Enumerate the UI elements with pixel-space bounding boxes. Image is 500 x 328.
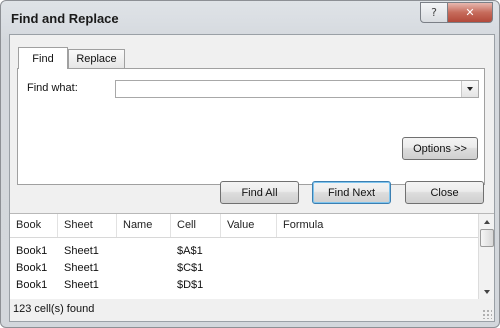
- table-row[interactable]: Book1 Sheet1 $D$1: [10, 277, 478, 293]
- cell-book: Book1: [16, 245, 48, 257]
- resize-grip-icon[interactable]: [482, 309, 492, 319]
- cell-name: [117, 243, 171, 259]
- find-all-button[interactable]: Find All: [220, 181, 299, 204]
- find-replace-dialog: Find and Replace ? ✕ Find Replace Find w…: [0, 0, 500, 328]
- column-header-cell[interactable]: Cell: [171, 214, 221, 237]
- arrow-up-icon: [483, 219, 490, 224]
- scroll-thumb[interactable]: [480, 229, 494, 247]
- cell-sheet: Sheet1: [64, 262, 99, 274]
- scroll-down-button[interactable]: [479, 284, 494, 299]
- cell-value: [221, 243, 277, 259]
- combo-dropdown-button[interactable]: [461, 81, 478, 97]
- column-header-value[interactable]: Value: [221, 214, 277, 237]
- cell-value: [221, 277, 277, 293]
- column-header-formula[interactable]: Formula: [277, 214, 478, 237]
- table-row[interactable]: Book1 Sheet1 $C$1: [10, 260, 478, 276]
- cell-address: $C$1: [177, 262, 204, 274]
- status-bar: 123 cell(s) found: [10, 299, 494, 321]
- dialog-body: Find Replace Find what: Options >> Find …: [9, 34, 495, 322]
- find-panel: Find what:: [17, 68, 485, 185]
- help-icon: ?: [431, 6, 437, 19]
- column-header-name[interactable]: Name: [117, 214, 171, 237]
- results-header: Book Sheet Name Cell Value Formula: [10, 214, 478, 238]
- window-close-button[interactable]: ✕: [448, 2, 493, 23]
- cell-address: $A$1: [177, 245, 203, 257]
- cell-formula: [277, 243, 457, 259]
- table-row[interactable]: Book1 Sheet1 $A$1: [10, 243, 478, 259]
- cell-formula: [277, 277, 457, 293]
- caption-buttons: ? ✕: [420, 2, 493, 23]
- arrow-down-icon: [483, 289, 490, 294]
- cell-book: Book1: [16, 262, 48, 274]
- find-what-label: Find what:: [27, 82, 78, 94]
- tab-find-label: Find: [32, 52, 54, 65]
- cell-address: $D$1: [177, 279, 204, 291]
- cell-sheet: Sheet1: [64, 279, 99, 291]
- cell-book: Book1: [16, 279, 48, 291]
- close-icon: ✕: [465, 6, 475, 19]
- title-bar[interactable]: Find and Replace ? ✕: [1, 1, 499, 37]
- cell-value: [221, 260, 277, 276]
- dialog-title: Find and Replace: [11, 11, 119, 26]
- close-button[interactable]: Close: [405, 181, 484, 204]
- find-what-combobox[interactable]: [115, 80, 479, 98]
- cell-formula: [277, 260, 457, 276]
- chevron-down-icon: [467, 87, 473, 91]
- results-count: 123 cell(s) found: [13, 303, 95, 315]
- scroll-up-button[interactable]: [479, 214, 494, 229]
- cell-name: [117, 260, 171, 276]
- column-header-sheet[interactable]: Sheet: [58, 214, 117, 237]
- tab-replace[interactable]: Replace: [68, 49, 125, 68]
- column-header-book[interactable]: Book: [10, 214, 58, 237]
- help-button[interactable]: ?: [420, 2, 448, 23]
- cell-sheet: Sheet1: [64, 245, 99, 257]
- tab-replace-label: Replace: [76, 53, 117, 65]
- cell-name: [117, 277, 171, 293]
- options-button[interactable]: Options >>: [402, 137, 478, 160]
- find-next-button[interactable]: Find Next: [312, 181, 391, 204]
- tab-find[interactable]: Find: [18, 47, 68, 69]
- results-scrollbar[interactable]: [478, 214, 494, 299]
- results-list[interactable]: Book Sheet Name Cell Value Formula Book1…: [10, 213, 494, 300]
